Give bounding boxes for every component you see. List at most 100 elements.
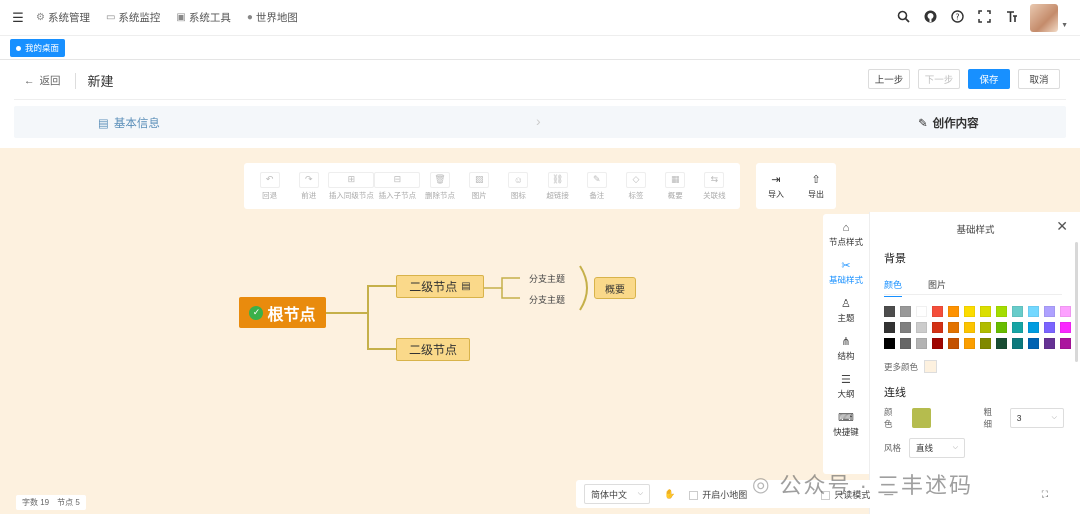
language-select[interactable]: 简体中文 ⌵ [584, 484, 650, 504]
color-swatch[interactable] [1028, 322, 1039, 333]
color-swatch[interactable] [932, 306, 943, 317]
hand-icon[interactable]: ✋ [664, 489, 675, 500]
node-label: 二级节点 [408, 343, 457, 357]
minimap-toggle[interactable]: 开启小地图 [689, 488, 747, 501]
line-width-select[interactable]: 3 ⌵ [1009, 408, 1064, 428]
sidenav-label: 基础样式 [828, 275, 863, 285]
help-icon[interactable]: ? [949, 10, 965, 26]
menu-toggle-icon[interactable]: ☰ [0, 10, 36, 26]
outline-icon: ☰ [841, 374, 851, 386]
back-button[interactable]: ← 返回 [14, 73, 71, 88]
color-swatch[interactable] [916, 306, 927, 317]
color-swatch[interactable] [900, 322, 911, 333]
color-swatch[interactable] [900, 306, 911, 317]
step-label: 创作内容 [932, 118, 979, 130]
chevron-down-icon[interactable]: ▼ [1061, 22, 1068, 29]
current-bg-color-swatch[interactable] [924, 360, 938, 373]
word-count: 字数 19 [22, 498, 50, 507]
menu-item-world-map[interactable]: ● 世界地图 [247, 10, 298, 25]
color-swatch[interactable] [996, 338, 1007, 349]
menu-item-system-monitor[interactable]: ▭ 系统监控 [106, 10, 160, 25]
step-create-content[interactable]: ✎ 创作内容 [918, 115, 979, 131]
color-swatch[interactable] [964, 322, 975, 333]
save-button[interactable]: 保存 [968, 69, 1010, 89]
node-style-icon: ⌂ [842, 222, 850, 234]
color-swatch[interactable] [948, 306, 959, 317]
mindmap-level2-node[interactable]: 二级节点 ▤ [396, 275, 484, 298]
menu-item-system-tools[interactable]: ▣ 系统工具 [176, 10, 230, 25]
color-swatch[interactable] [1028, 338, 1039, 349]
color-swatch[interactable] [884, 306, 895, 317]
close-icon[interactable]: ✕ [1056, 218, 1068, 235]
monitor-icon: ▭ [105, 12, 116, 23]
color-swatch[interactable] [948, 338, 959, 349]
mindmap-canvas[interactable]: ↶ 回退 ↷ 前进 ⊞ 插入同级节点 ⊟ 插入子节点 🗑 删除节点 ▨ 图片 ☺ 图标 ⛓ 超链… [0, 148, 1080, 514]
redo-button[interactable]: 下一步 [918, 69, 960, 89]
section-background: 背景 [884, 253, 906, 265]
sidenav-structure[interactable]: ⋔ 结构 [837, 335, 854, 362]
color-swatch[interactable] [948, 322, 959, 333]
style-side-nav: ⌂ 节点样式 ✂ 基础样式 ♙ 主题 ⋔ 结构 ☰ 大纲 ⌨ 快捷键 [823, 214, 869, 474]
checkbox[interactable] [689, 490, 699, 500]
color-swatch[interactable] [900, 338, 911, 349]
sidenav-theme[interactable]: ♙ 主题 [837, 297, 854, 324]
sidenav-node-style[interactable]: ⌂ 节点样式 [829, 222, 863, 248]
steps-bar: ▤ 基本信息 › ✎ 创作内容 [14, 106, 1066, 138]
avatar[interactable] [1030, 4, 1059, 32]
structure-icon: ⋔ [841, 336, 851, 348]
color-swatch[interactable] [916, 338, 927, 349]
github-icon[interactable] [922, 10, 938, 26]
more-colors[interactable]: 更多颜色 [884, 360, 938, 373]
panel-scrollbar[interactable] [1075, 242, 1078, 362]
color-swatch[interactable] [916, 322, 927, 333]
color-swatch[interactable] [964, 306, 975, 317]
font-size-icon[interactable] [1003, 10, 1019, 26]
color-swatch[interactable] [1044, 306, 1055, 317]
sidenav-base-style[interactable]: ✂ 基础样式 [829, 259, 863, 286]
color-swatch[interactable] [996, 322, 1007, 333]
fullscreen-icon[interactable] [976, 10, 992, 26]
tag-my-desktop[interactable]: 我的桌面 [10, 39, 66, 57]
color-swatch[interactable] [1012, 338, 1023, 349]
search-icon[interactable] [895, 10, 911, 26]
mindmap-root-node[interactable]: ✓ 根节点 [239, 297, 326, 328]
color-swatch[interactable] [980, 338, 991, 349]
color-swatch[interactable] [1044, 338, 1055, 349]
section-line: 连线 [884, 387, 906, 399]
sidenav-outline[interactable]: ☰ 大纲 [837, 373, 854, 400]
chevron-right-icon: › [536, 113, 541, 129]
color-swatch[interactable] [884, 338, 895, 349]
color-swatch[interactable] [964, 338, 975, 349]
color-swatch[interactable] [932, 322, 943, 333]
undo-button[interactable]: 上一步 [868, 69, 910, 89]
color-swatch[interactable] [996, 306, 1007, 317]
color-swatch[interactable] [932, 338, 943, 349]
line-style-select[interactable]: 直线 ⌵ [909, 438, 966, 458]
mindmap-summary-node[interactable]: 概要 [594, 277, 636, 299]
watermark: ◎ 公众号 · 三丰述码 [752, 468, 973, 500]
menu-item-system-manage[interactable]: ⚙ 系统管理 [36, 10, 90, 25]
arrow-left-icon: ← [24, 74, 35, 87]
color-swatch[interactable] [980, 306, 991, 317]
color-swatch[interactable] [980, 322, 991, 333]
color-swatch[interactable] [1060, 338, 1071, 349]
sidenav-shortcuts[interactable]: ⌨ 快捷键 [833, 411, 859, 438]
mindmap-level2-node[interactable]: 二级节点 [396, 338, 470, 361]
color-swatch[interactable] [884, 322, 895, 333]
color-swatch[interactable] [1012, 306, 1023, 317]
header-actions: 上一步 下一步 保存 取消 [868, 69, 1060, 89]
mindmap-branch-node[interactable]: 分支主题 [529, 293, 565, 306]
line-width-label: 粗细 [983, 407, 992, 429]
menu-label: 系统监控 [118, 12, 161, 24]
fullscreen-icon[interactable]: ⛶ [1042, 489, 1048, 500]
color-swatch[interactable] [1028, 306, 1039, 317]
step-basic-info[interactable]: ▤ 基本信息 [98, 115, 160, 131]
color-swatch[interactable] [1012, 322, 1023, 333]
cancel-button[interactable]: 取消 [1018, 69, 1060, 89]
color-swatch[interactable] [1060, 322, 1071, 333]
color-swatch[interactable] [1060, 306, 1071, 317]
color-swatch[interactable] [1044, 322, 1055, 333]
line-color-swatch[interactable] [912, 408, 932, 428]
mindmap-branch-node[interactable]: 分支主题 [529, 272, 565, 285]
check-icon: ✓ [249, 305, 264, 320]
